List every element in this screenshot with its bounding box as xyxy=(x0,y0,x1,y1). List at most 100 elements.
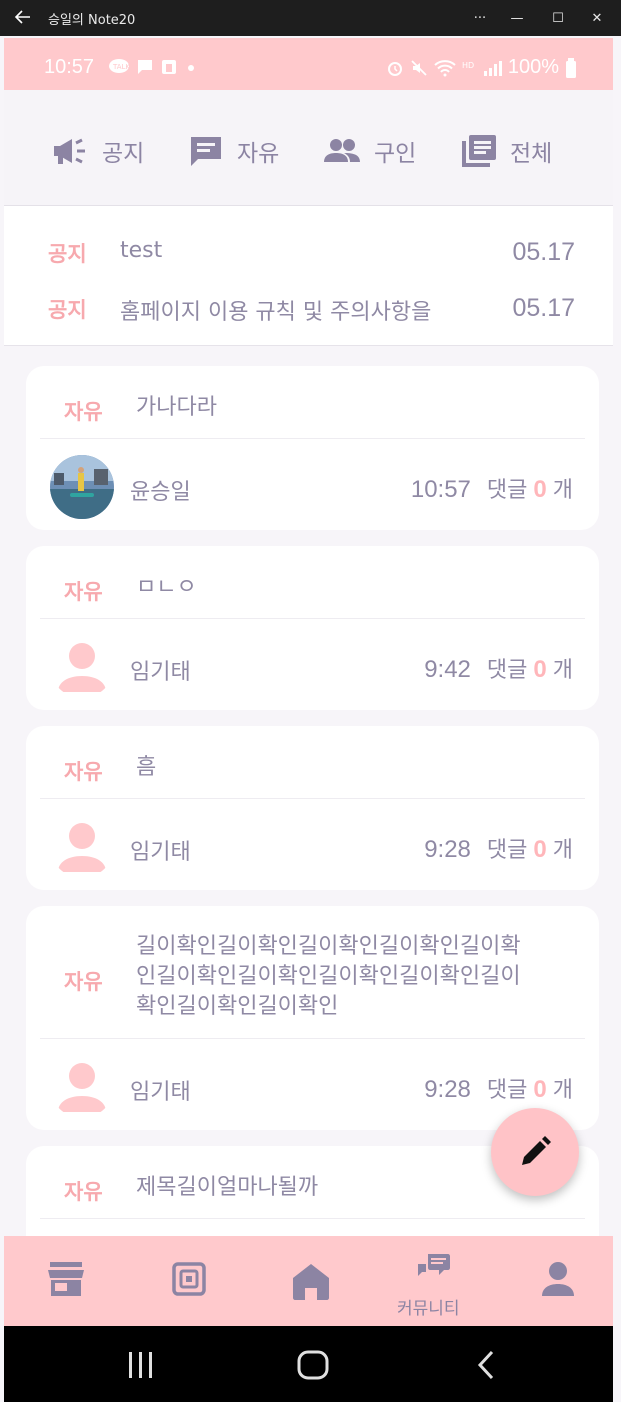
category-label: 구인 xyxy=(374,141,417,167)
close-button[interactable]: ✕ xyxy=(582,6,612,30)
notice-item[interactable]: 공지 홈페이지 이용 규칙 및 주의사항을 05.17 xyxy=(4,286,613,326)
app-window: 승일의 Note20 ··· — ☐ ✕ 10:57 TALK HD 100% xyxy=(0,0,621,1402)
post-time: 9:42 xyxy=(424,656,471,683)
profile-icon[interactable] xyxy=(542,1262,574,1296)
default-user-icon xyxy=(58,1063,106,1112)
svg-text:TALK: TALK xyxy=(112,63,130,71)
system-nav-bar xyxy=(4,1326,613,1402)
divider xyxy=(40,618,585,619)
post-tag: 자유 xyxy=(64,400,103,424)
avatar-photo xyxy=(50,455,114,519)
post-tag: 자유 xyxy=(64,580,103,604)
home-button-icon[interactable] xyxy=(296,1349,330,1381)
comment-label: 댓글 xyxy=(486,658,528,683)
category-nav: 공지 자유 구인 전체 xyxy=(4,90,613,206)
message-notification-icon xyxy=(138,60,152,74)
chat-icon xyxy=(191,137,221,166)
community-label: 커뮤니티 xyxy=(397,1299,460,1319)
status-time: 10:57 xyxy=(44,56,95,78)
comment-count: 0 xyxy=(533,1076,547,1103)
community-icon[interactable] xyxy=(418,1254,450,1282)
post-meta: 10:57 댓글 0 개 xyxy=(411,472,573,504)
talk-notification-icon: TALK xyxy=(109,59,130,73)
post-meta: 9:28 댓글 0 개 xyxy=(424,1072,573,1104)
comment-label: 댓글 xyxy=(486,478,528,503)
default-user-icon xyxy=(58,823,106,872)
post-author: 임기태 xyxy=(130,1080,191,1105)
maximize-button[interactable]: ☐ xyxy=(543,6,573,30)
home-icon[interactable] xyxy=(291,1262,331,1300)
pencil-icon xyxy=(522,1136,551,1165)
notice-title: 홈페이지 이용 규칙 및 주의사항을 xyxy=(120,300,432,325)
battery-percent: 100% xyxy=(507,56,559,78)
post-author: 임기태 xyxy=(130,660,191,685)
bottom-nav: 커뮤니티 xyxy=(4,1236,613,1326)
svg-text:HD: HD xyxy=(462,61,474,70)
library-icon xyxy=(462,135,496,167)
post-meta: 9:28 댓글 0 개 xyxy=(424,832,573,864)
store-icon[interactable] xyxy=(48,1262,84,1296)
avatar xyxy=(50,455,114,519)
category-label: 공지 xyxy=(102,141,145,167)
back-button-icon[interactable] xyxy=(472,1350,500,1380)
post-time: 10:57 xyxy=(410,476,471,503)
post-title: ㅁㄴㅇ xyxy=(136,575,197,600)
category-all[interactable]: 전체 xyxy=(462,134,552,168)
alarm-icon xyxy=(387,61,402,76)
post-time: 9:28 xyxy=(424,836,471,863)
post-meta: 9:42 댓글 0 개 xyxy=(424,652,573,684)
back-arrow-icon[interactable] xyxy=(12,6,34,28)
more-options-button[interactable]: ··· xyxy=(465,6,495,30)
write-post-button[interactable] xyxy=(491,1108,579,1196)
post-title-line: 인길이확인길이확인길이확인길이확인길이 xyxy=(136,964,521,989)
mute-icon xyxy=(411,59,427,76)
category-notice[interactable]: 공지 xyxy=(52,134,144,168)
post-card[interactable]: 자유 가나다라 윤승일 10:57 댓글 0 개 xyxy=(26,366,599,530)
status-bar: 10:57 TALK HD 100% xyxy=(4,38,613,90)
notice-tag: 공지 xyxy=(48,298,87,322)
avatar xyxy=(50,634,114,698)
post-card[interactable]: 자유 ㅁㄴㅇ 임기태 9:42 댓글 0 개 xyxy=(26,546,599,710)
comment-label: 댓글 xyxy=(486,1078,528,1103)
window-title: 승일의 Note20 xyxy=(48,13,136,28)
post-title: 길이확인길이확인길이확인길이확인길이확 인길이확인길이확인길이확인길이확인길이 … xyxy=(136,932,521,1022)
post-author: 윤승일 xyxy=(130,480,191,505)
post-time: 9:28 xyxy=(424,1076,471,1103)
post-card[interactable]: 자유 길이확인길이확인길이확인길이확인길이확 인길이확인길이확인길이확인길이확인… xyxy=(26,906,599,1130)
frame-icon[interactable] xyxy=(172,1262,206,1296)
recent-apps-icon[interactable] xyxy=(126,1351,156,1379)
notice-item[interactable]: 공지 test 05.17 xyxy=(4,230,613,270)
app-content: 공지 자유 구인 전체 공지 test 05.17 공지 홈페이지 이용 규칙 … xyxy=(4,90,613,1326)
comment-unit: 개 xyxy=(552,1078,573,1103)
notice-list: 공지 test 05.17 공지 홈페이지 이용 규칙 및 주의사항을 05.1… xyxy=(4,206,613,346)
divider xyxy=(40,1038,585,1039)
divider xyxy=(40,1218,585,1219)
divider xyxy=(40,798,585,799)
notice-date: 05.17 xyxy=(512,294,575,322)
notice-date: 05.17 xyxy=(512,238,575,266)
comment-count: 0 xyxy=(533,656,547,683)
category-label: 자유 xyxy=(237,141,280,167)
notice-tag: 공지 xyxy=(48,242,87,266)
window-titlebar: 승일의 Note20 ··· — ☐ ✕ xyxy=(0,0,621,36)
post-title-line: 길이확인길이확인길이확인길이확인길이확 xyxy=(136,934,521,959)
wifi-icon xyxy=(434,59,456,76)
post-tag: 자유 xyxy=(64,970,103,994)
comment-count: 0 xyxy=(533,476,547,503)
category-label: 전체 xyxy=(510,141,553,167)
category-hiring[interactable]: 구인 xyxy=(324,134,416,168)
post-card[interactable]: 자유 흠 임기태 9:28 댓글 0 개 xyxy=(26,726,599,890)
megaphone-icon xyxy=(54,138,85,164)
divider xyxy=(40,438,585,439)
comment-unit: 개 xyxy=(552,658,573,683)
minimize-button[interactable]: — xyxy=(502,6,532,30)
avatar xyxy=(50,1054,114,1118)
avatar xyxy=(50,814,114,878)
post-tag: 자유 xyxy=(64,1180,103,1204)
post-title: 흠 xyxy=(136,755,157,780)
category-free[interactable]: 자유 xyxy=(189,134,279,168)
dot-notification-icon xyxy=(188,65,194,71)
comment-count: 0 xyxy=(533,836,547,863)
people-icon xyxy=(324,139,360,162)
comment-unit: 개 xyxy=(552,478,573,503)
